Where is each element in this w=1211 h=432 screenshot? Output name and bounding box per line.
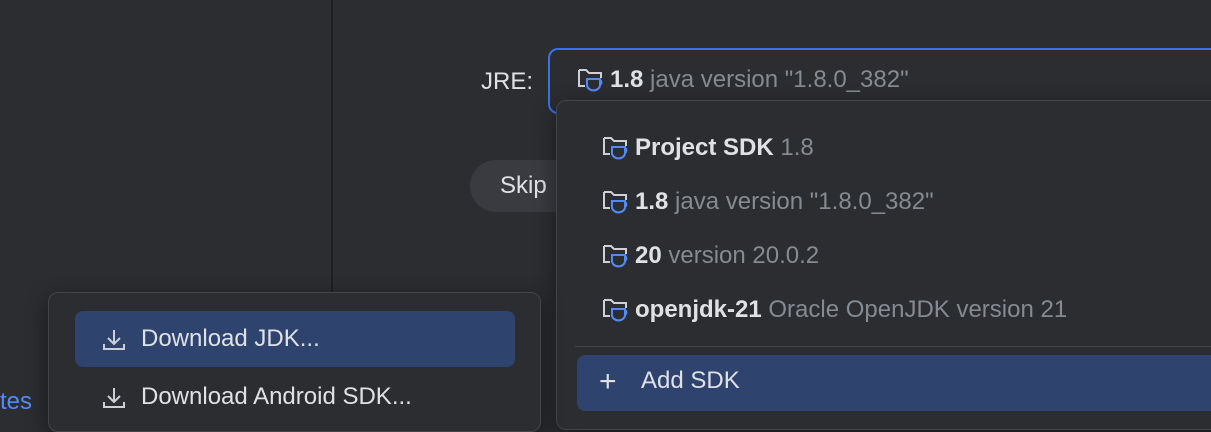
sdk-item-desc: Oracle OpenJDK version 21 bbox=[768, 296, 1068, 323]
sdk-item-name: openjdk-21 bbox=[635, 296, 762, 323]
add-sdk-label: Add SDK bbox=[641, 367, 740, 394]
sdk-item-20[interactable]: 20 version 20.0.2 bbox=[601, 239, 819, 273]
folder-cup-icon bbox=[603, 191, 628, 214]
sdk-item-name: 20 bbox=[635, 242, 662, 269]
download-jdk-label: Download JDK... bbox=[141, 325, 320, 352]
sdk-dropdown-list: Project SDK 1.8 1.8 java version "1.8.0_… bbox=[556, 100, 1211, 430]
jre-selected-desc: java version "1.8.0_382" bbox=[650, 66, 909, 93]
sdk-item-project-sdk[interactable]: Project SDK 1.8 bbox=[601, 131, 814, 165]
download-icon bbox=[103, 330, 125, 350]
folder-cup-icon bbox=[603, 245, 628, 268]
sdk-item-openjdk-21[interactable]: openjdk-21 Oracle OpenJDK version 21 bbox=[601, 293, 1067, 327]
sdk-item-1-8[interactable]: 1.8 java version "1.8.0_382" bbox=[601, 185, 934, 219]
folder-cup-icon bbox=[603, 299, 628, 322]
jre-label: JRE: bbox=[481, 68, 534, 95]
skip-button-label: Skip bbox=[500, 172, 547, 199]
sdk-list-separator bbox=[575, 346, 1211, 347]
sdk-item-desc: 1.8 bbox=[780, 134, 814, 161]
jre-combobox-value: 1.8 java version "1.8.0_382" bbox=[576, 66, 909, 94]
download-jdk-item[interactable]: Download JDK... bbox=[75, 311, 515, 367]
add-sdk-item[interactable]: + Add SDK bbox=[577, 355, 1211, 411]
plus-icon: + bbox=[599, 365, 617, 398]
jre-selected-name: 1.8 bbox=[610, 66, 644, 93]
sdk-item-desc: java version "1.8.0_382" bbox=[675, 188, 934, 215]
download-android-sdk-item[interactable]: Download Android SDK... bbox=[75, 369, 515, 425]
download-icon bbox=[103, 388, 125, 408]
sdk-item-name: 1.8 bbox=[635, 188, 669, 215]
folder-cup-icon bbox=[578, 69, 603, 92]
folder-cup-icon bbox=[603, 137, 628, 160]
sdk-item-desc: version 20.0.2 bbox=[668, 242, 820, 269]
download-menu: Download JDK... Download Android SDK... bbox=[48, 292, 541, 432]
download-android-sdk-label: Download Android SDK... bbox=[141, 383, 412, 410]
sdk-item-name: Project SDK bbox=[635, 134, 774, 161]
